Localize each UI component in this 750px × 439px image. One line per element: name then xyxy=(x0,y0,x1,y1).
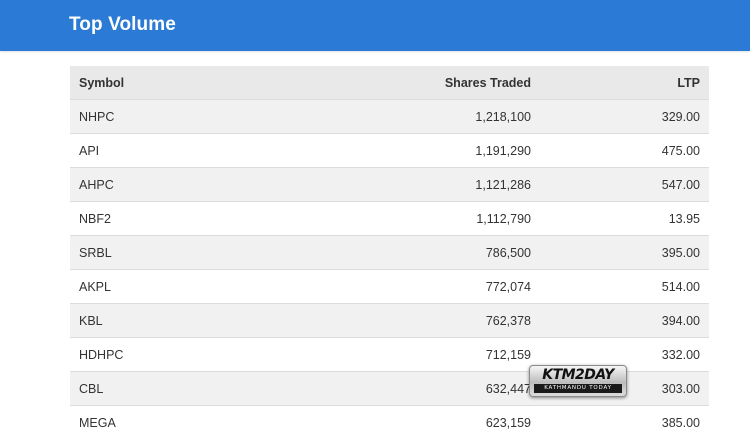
table-row[interactable]: SRBL786,500395.00 xyxy=(70,236,709,270)
cell-shares-traded: 712,159 xyxy=(328,338,540,372)
column-header-shares-traded[interactable]: Shares Traded xyxy=(328,66,540,100)
cell-ltp: 13.95 xyxy=(540,202,709,236)
cell-symbol: MEGA xyxy=(70,406,328,439)
watermark-main-text: KTM2DAY xyxy=(534,367,622,383)
cell-ltp: 395.00 xyxy=(540,236,709,270)
table-row[interactable]: NHPC1,218,100329.00 xyxy=(70,100,709,134)
table-row[interactable]: NBF21,112,79013.95 xyxy=(70,202,709,236)
ktm2day-watermark-logo: KTM2DAY KATHMANDU TODAY xyxy=(529,365,627,397)
cell-shares-traded: 1,218,100 xyxy=(328,100,540,134)
cell-shares-traded: 632,447 xyxy=(328,372,540,406)
cell-symbol: AKPL xyxy=(70,270,328,304)
cell-symbol: SRBL xyxy=(70,236,328,270)
cell-symbol: CBL xyxy=(70,372,328,406)
cell-shares-traded: 762,378 xyxy=(328,304,540,338)
cell-shares-traded: 623,159 xyxy=(328,406,540,439)
cell-symbol: HDHPC xyxy=(70,338,328,372)
cell-shares-traded: 1,112,790 xyxy=(328,202,540,236)
table-row[interactable]: KBL762,378394.00 xyxy=(70,304,709,338)
cell-shares-traded: 772,074 xyxy=(328,270,540,304)
cell-ltp: 547.00 xyxy=(540,168,709,202)
table-row[interactable]: AKPL772,074514.00 xyxy=(70,270,709,304)
cell-ltp: 385.00 xyxy=(540,406,709,439)
cell-symbol: NBF2 xyxy=(70,202,328,236)
watermark-sub-text: KATHMANDU TODAY xyxy=(534,384,622,393)
cell-shares-traded: 786,500 xyxy=(328,236,540,270)
page-title: Top Volume xyxy=(69,14,176,36)
column-header-symbol[interactable]: Symbol xyxy=(70,66,328,100)
cell-ltp: 475.00 xyxy=(540,134,709,168)
header-bar: Top Volume xyxy=(0,0,750,51)
table-row[interactable]: API1,191,290475.00 xyxy=(70,134,709,168)
table-row[interactable]: AHPC1,121,286547.00 xyxy=(70,168,709,202)
column-header-ltp[interactable]: LTP xyxy=(540,66,709,100)
cell-symbol: NHPC xyxy=(70,100,328,134)
cell-ltp: 514.00 xyxy=(540,270,709,304)
cell-ltp: 329.00 xyxy=(540,100,709,134)
table-row[interactable]: MEGA623,159385.00 xyxy=(70,406,709,439)
cell-shares-traded: 1,191,290 xyxy=(328,134,540,168)
cell-shares-traded: 1,121,286 xyxy=(328,168,540,202)
cell-symbol: AHPC xyxy=(70,168,328,202)
cell-symbol: KBL xyxy=(70,304,328,338)
cell-symbol: API xyxy=(70,134,328,168)
table-header-row: Symbol Shares Traded LTP xyxy=(70,66,709,100)
cell-ltp: 394.00 xyxy=(540,304,709,338)
